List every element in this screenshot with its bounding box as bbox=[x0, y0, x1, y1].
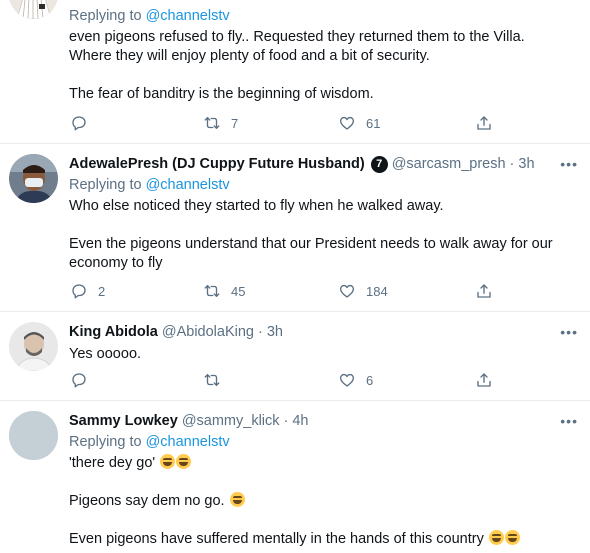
reply-button[interactable]: 2 bbox=[70, 282, 105, 300]
replying-to: Replying to @channelstv bbox=[69, 433, 578, 452]
retweet-button[interactable]: 45 bbox=[203, 282, 245, 300]
avatar[interactable] bbox=[9, 411, 58, 460]
reply-count: 2 bbox=[98, 283, 106, 299]
share-icon bbox=[477, 284, 491, 298]
avatar[interactable] bbox=[9, 154, 58, 203]
reply-icon bbox=[72, 116, 86, 131]
retweet-count: 7 bbox=[231, 115, 239, 131]
tweet-actions: 2 45 184 bbox=[69, 282, 499, 302]
replying-label: Replying to bbox=[69, 8, 142, 24]
share-button[interactable] bbox=[475, 114, 493, 132]
reply-icon bbox=[72, 284, 86, 299]
tweet-text: even pigeons refused to fly.. Requested … bbox=[69, 28, 578, 104]
like-count: 6 bbox=[366, 372, 374, 388]
tweet[interactable]: King Abidola @AbidolaKing · 3h ••• Yes o… bbox=[0, 312, 590, 401]
tweet-text-line: The fear of banditry is the beginning of… bbox=[69, 86, 374, 102]
like-icon bbox=[339, 373, 355, 387]
share-button[interactable] bbox=[475, 282, 493, 300]
default-avatar-icon bbox=[9, 411, 58, 460]
timestamp[interactable]: 3h bbox=[518, 154, 534, 174]
user-handle[interactable]: @sammy_klick bbox=[182, 411, 280, 431]
share-icon bbox=[477, 373, 491, 387]
display-name[interactable]: King Abidola bbox=[69, 322, 158, 342]
tweet-text-line: Where they will enjoy plenty of food and… bbox=[69, 48, 430, 64]
badge-icon: 7 bbox=[370, 155, 388, 173]
reply-button[interactable] bbox=[70, 371, 88, 389]
replying-to: Replying to @channelstv bbox=[69, 7, 578, 26]
replying-to-link[interactable]: @channelstv bbox=[146, 8, 230, 24]
user-handle[interactable]: @AbidolaKing bbox=[162, 322, 254, 342]
like-button[interactable]: 184 bbox=[338, 282, 388, 300]
tweet-text: Yes ooooo. bbox=[69, 345, 578, 364]
user-handle[interactable]: @sarcasm_presh bbox=[392, 154, 506, 174]
share-icon bbox=[477, 116, 491, 130]
laughing-emoji-icon bbox=[229, 492, 245, 507]
tweet-text-line: economy to fly bbox=[69, 255, 163, 271]
tweet-text-line: 'there dey go' bbox=[69, 455, 156, 471]
tweet-header: Sammy Lowkey @sammy_klick · 4h bbox=[69, 411, 578, 431]
laughing-emoji-icon bbox=[504, 530, 520, 545]
more-icon[interactable]: ••• bbox=[560, 324, 578, 340]
like-button[interactable]: 61 bbox=[338, 114, 380, 132]
more-icon[interactable]: ••• bbox=[560, 413, 578, 429]
tweet-text: Who else noticed they started to fly whe… bbox=[69, 197, 578, 273]
tweet[interactable]: Replying to @channelstv even pigeons ref… bbox=[0, 0, 590, 144]
tweet-header: AdewalePresh (DJ Cuppy Future Husband) 7… bbox=[69, 154, 578, 174]
avatar[interactable] bbox=[9, 0, 58, 19]
avatar-photo bbox=[9, 0, 58, 19]
tweet-text-line: Who else noticed they started to fly whe… bbox=[69, 198, 444, 214]
tweet-text-line: Yes ooooo. bbox=[69, 346, 142, 362]
laughing-emoji-icon bbox=[488, 530, 504, 545]
retweet-icon bbox=[204, 285, 220, 297]
retweet-icon bbox=[204, 374, 220, 386]
replying-to-link[interactable]: @channelstv bbox=[146, 177, 230, 193]
timestamp[interactable]: 4h bbox=[292, 411, 308, 431]
avatar[interactable] bbox=[9, 322, 58, 371]
tweet[interactable]: Sammy Lowkey @sammy_klick · 4h ••• Reply… bbox=[0, 401, 590, 553]
avatar-photo bbox=[9, 322, 58, 371]
replying-label: Replying to bbox=[69, 434, 142, 450]
like-icon bbox=[339, 284, 355, 298]
share-button[interactable] bbox=[475, 371, 493, 389]
display-name[interactable]: AdewalePresh (DJ Cuppy Future Husband) bbox=[69, 154, 365, 174]
separator: · bbox=[258, 324, 263, 340]
more-icon[interactable]: ••• bbox=[560, 156, 578, 172]
tweet-text: 'there dey go' Pigeons say dem no go. Ev… bbox=[69, 454, 578, 549]
tweet[interactable]: AdewalePresh (DJ Cuppy Future Husband) 7… bbox=[0, 144, 590, 312]
laughing-emoji-icon bbox=[160, 454, 176, 469]
like-icon bbox=[339, 116, 355, 130]
laughing-emoji-icon bbox=[176, 454, 192, 469]
retweet-button[interactable]: 7 bbox=[203, 114, 238, 132]
separator: · bbox=[509, 156, 515, 172]
avatar-photo bbox=[9, 154, 58, 203]
like-count: 61 bbox=[366, 115, 381, 131]
reply-button[interactable] bbox=[70, 114, 88, 132]
tweet-actions: 7 61 bbox=[69, 114, 499, 134]
like-button[interactable]: 6 bbox=[338, 371, 373, 389]
display-name[interactable]: Sammy Lowkey bbox=[69, 411, 178, 431]
tweet-text-line: Even pigeons have suffered mentally in t… bbox=[69, 531, 484, 547]
reply-icon bbox=[72, 373, 86, 388]
retweet-button[interactable] bbox=[203, 371, 221, 389]
timestamp[interactable]: 3h bbox=[267, 322, 283, 342]
retweet-count: 45 bbox=[231, 283, 246, 299]
separator: · bbox=[283, 413, 289, 429]
retweet-icon bbox=[204, 117, 220, 129]
replying-to: Replying to @channelstv bbox=[69, 176, 578, 195]
tweet-text-line: Pigeons say dem no go. bbox=[69, 493, 225, 509]
tweet-actions: 6 bbox=[69, 371, 499, 391]
tweet-header: King Abidola @AbidolaKing · 3h bbox=[69, 322, 578, 342]
tweet-text-line: even pigeons refused to fly.. Requested … bbox=[69, 29, 525, 45]
replying-to-link[interactable]: @channelstv bbox=[146, 434, 230, 450]
tweet-text-line: Even the pigeons understand that our Pre… bbox=[69, 236, 553, 252]
like-count: 184 bbox=[366, 283, 388, 299]
replying-label: Replying to bbox=[69, 177, 142, 193]
